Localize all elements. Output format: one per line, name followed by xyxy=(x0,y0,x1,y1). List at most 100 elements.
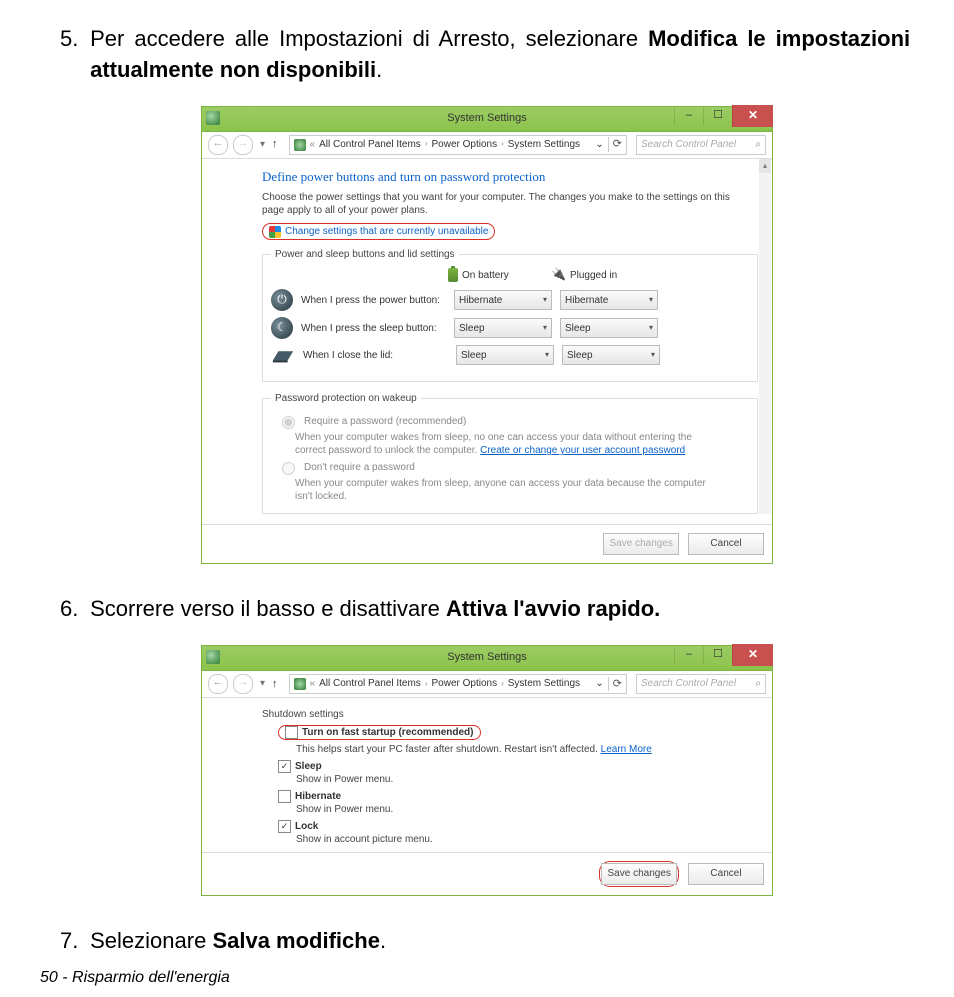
hibernate-desc: Show in Power menu. xyxy=(296,803,764,816)
step-7-text: Selezionare xyxy=(90,928,212,953)
shutdown-settings-legend: Shutdown settings xyxy=(262,708,764,721)
scroll-up-icon[interactable]: ▴ xyxy=(759,159,771,173)
lock-option: ✓Lock Show in account picture menu. xyxy=(278,820,764,846)
chevron-down-icon: ▾ xyxy=(543,323,547,333)
breadcrumb-sep: « xyxy=(310,138,316,151)
power-plugged-value: Hibernate xyxy=(565,294,649,307)
sleep-battery-dropdown[interactable]: Sleep▾ xyxy=(454,318,552,338)
lid-plugged-dropdown[interactable]: Sleep▾ xyxy=(562,345,660,365)
history-dropdown-icon[interactable]: ▾ xyxy=(260,677,265,690)
sleep-plugged-value: Sleep xyxy=(565,322,649,335)
breadcrumb-dropdown-icon[interactable]: ⌄ xyxy=(595,138,603,151)
maximize-button[interactable]: ☐ xyxy=(703,107,732,125)
titlebar[interactable]: System Settings – ☐ ✕ xyxy=(202,646,772,671)
minimize-button[interactable]: – xyxy=(674,107,703,125)
breadcrumb-3[interactable]: System Settings xyxy=(508,138,580,151)
sleep-battery-value: Sleep xyxy=(459,322,543,335)
search-input[interactable]: Search Control Panel ⌕ xyxy=(636,135,766,155)
power-battery-dropdown[interactable]: Hibernate▾ xyxy=(454,290,552,310)
breadcrumb-1[interactable]: All Control Panel Items xyxy=(319,138,421,151)
sleep-button-label: When I press the sleep button: xyxy=(301,322,446,335)
power-battery-value: Hibernate xyxy=(459,294,543,307)
breadcrumb-dropdown-icon[interactable]: ⌄ xyxy=(595,677,603,690)
up-button[interactable]: ↑ xyxy=(272,137,278,151)
power-buttons-group: Power and sleep buttons and lid settings… xyxy=(262,248,758,382)
breadcrumb-sep-icon: › xyxy=(501,679,504,689)
system-settings-window-1: System Settings – ☐ ✕ ← → ▾ ↑ « All Cont… xyxy=(201,106,773,564)
page-subtext: Choose the power settings that you want … xyxy=(262,191,732,217)
power-plugged-dropdown[interactable]: Hibernate▾ xyxy=(560,290,658,310)
save-changes-button[interactable]: Save changes xyxy=(601,863,677,885)
change-settings-link[interactable]: Change settings that are currently unava… xyxy=(285,225,488,238)
lid-label: When I close the lid: xyxy=(303,349,448,362)
chevron-down-icon: ▾ xyxy=(543,295,547,305)
back-button[interactable]: ← xyxy=(208,135,228,155)
password-protection-group: Password protection on wakeup Require a … xyxy=(262,392,758,514)
fast-startup-desc-text: This helps start your PC faster after sh… xyxy=(296,744,601,755)
breadcrumb-sep-icon: › xyxy=(501,139,504,149)
cancel-button[interactable]: Cancel xyxy=(688,533,764,555)
fast-startup-label: Turn on fast startup (recommended) xyxy=(302,726,474,739)
close-button[interactable]: ✕ xyxy=(732,105,773,127)
step-5: 5. Per accedere alle Impostazioni di Arr… xyxy=(60,24,914,86)
hibernate-checkbox[interactable] xyxy=(278,790,291,803)
fast-startup-option: Turn on fast startup (recommended) This … xyxy=(278,725,764,756)
step-6-text: Scorrere verso il basso e disattivare xyxy=(90,596,446,621)
lid-battery-value: Sleep xyxy=(461,349,545,362)
breadcrumb-2[interactable]: Power Options xyxy=(431,138,497,151)
sleep-plugged-dropdown[interactable]: Sleep▾ xyxy=(560,318,658,338)
plug-icon: 🔌 xyxy=(551,267,566,283)
require-password-desc: When your computer wakes from sleep, no … xyxy=(295,431,725,457)
cancel-button[interactable]: Cancel xyxy=(688,863,764,885)
button-bar: Save changes Cancel xyxy=(202,524,772,563)
back-button[interactable]: ← xyxy=(208,674,228,694)
scrollbar[interactable]: ▴ xyxy=(759,159,771,514)
fast-startup-checkbox[interactable] xyxy=(285,726,298,739)
breadcrumb[interactable]: « All Control Panel Items › Power Option… xyxy=(289,674,627,694)
breadcrumb-3[interactable]: System Settings xyxy=(508,677,580,690)
search-placeholder: Search Control Panel xyxy=(641,677,736,690)
require-password-radio-input[interactable] xyxy=(282,416,295,429)
page-footer: 50 - Risparmio dell'energia xyxy=(40,969,230,987)
chevron-down-icon: ▾ xyxy=(651,350,655,360)
content-panel-1: ▴ Define power buttons and turn on passw… xyxy=(202,159,772,514)
breadcrumb-1[interactable]: All Control Panel Items xyxy=(319,677,421,690)
up-button[interactable]: ↑ xyxy=(272,677,278,691)
history-dropdown-icon[interactable]: ▾ xyxy=(260,138,265,151)
chevron-down-icon: ▾ xyxy=(649,323,653,333)
maximize-button[interactable]: ☐ xyxy=(703,646,732,664)
step-7-num: 7. xyxy=(60,926,84,957)
create-password-link[interactable]: Create or change your user account passw… xyxy=(480,445,685,456)
forward-button[interactable]: → xyxy=(233,674,253,694)
save-changes-button[interactable]: Save changes xyxy=(603,533,679,555)
shield-icon xyxy=(269,226,281,238)
search-input[interactable]: Search Control Panel ⌕ xyxy=(636,674,766,694)
no-password-desc: When your computer wakes from sleep, any… xyxy=(295,477,725,503)
lock-checkbox[interactable]: ✓ xyxy=(278,820,291,833)
refresh-button[interactable]: ⟳ xyxy=(608,677,622,691)
require-password-radio[interactable]: Require a password (recommended) xyxy=(277,415,749,429)
lid-icon xyxy=(271,346,295,364)
step-6: 6. Scorrere verso il basso e disattivare… xyxy=(60,594,914,625)
breadcrumb[interactable]: « All Control Panel Items › Power Option… xyxy=(289,135,627,155)
change-settings-highlight: Change settings that are currently unava… xyxy=(262,223,495,240)
learn-more-link[interactable]: Learn More xyxy=(601,744,652,755)
minimize-button[interactable]: – xyxy=(674,646,703,664)
refresh-button[interactable]: ⟳ xyxy=(608,137,622,151)
lid-battery-dropdown[interactable]: Sleep▾ xyxy=(456,345,554,365)
password-protection-legend: Password protection on wakeup xyxy=(271,392,421,405)
breadcrumb-sep-icon: › xyxy=(425,679,428,689)
sleep-option: ✓Sleep Show in Power menu. xyxy=(278,760,764,786)
forward-button[interactable]: → xyxy=(233,135,253,155)
sleep-checkbox[interactable]: ✓ xyxy=(278,760,291,773)
no-password-radio[interactable]: Don't require a password xyxy=(277,461,749,475)
plugged-in-label: Plugged in xyxy=(570,269,617,282)
breadcrumb-2[interactable]: Power Options xyxy=(431,677,497,690)
step-7-text2: . xyxy=(380,928,386,953)
power-button-icon xyxy=(271,289,293,311)
search-icon: ⌕ xyxy=(755,677,761,690)
hibernate-option: Hibernate Show in Power menu. xyxy=(278,790,764,816)
close-button[interactable]: ✕ xyxy=(732,644,773,666)
no-password-radio-input[interactable] xyxy=(282,462,295,475)
titlebar[interactable]: System Settings – ☐ ✕ xyxy=(202,107,772,132)
